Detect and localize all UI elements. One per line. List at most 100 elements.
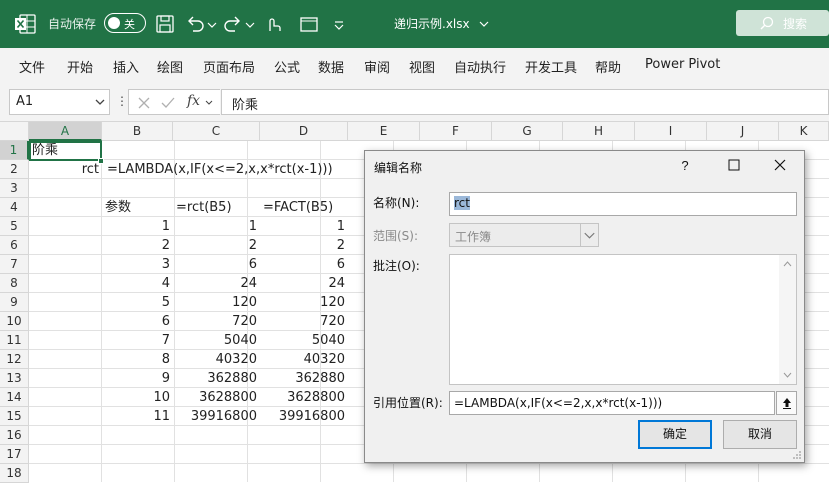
touch-mode-icon[interactable] bbox=[262, 13, 284, 35]
tab-view[interactable]: 视图 bbox=[409, 57, 435, 76]
cell-c4[interactable]: =rct(B5) bbox=[173, 198, 260, 217]
scroll-down-icon[interactable] bbox=[783, 372, 792, 378]
cell-d13[interactable]: 362880 bbox=[260, 369, 348, 388]
cell-d7[interactable]: 6 bbox=[260, 255, 348, 274]
cell-b7[interactable]: 3 bbox=[102, 255, 173, 274]
cell-c9[interactable]: 120 bbox=[173, 293, 260, 312]
cell-b9[interactable]: 5 bbox=[102, 293, 173, 312]
tab-help[interactable]: 帮助 bbox=[595, 57, 621, 76]
column-header-g[interactable]: G bbox=[492, 122, 563, 141]
maximize-icon[interactable] bbox=[724, 155, 744, 175]
close-icon[interactable] bbox=[770, 155, 790, 175]
column-header-j[interactable]: J bbox=[707, 122, 779, 141]
tab-power-pivot[interactable]: Power Pivot bbox=[645, 57, 720, 72]
cell-b5[interactable]: 1 bbox=[102, 217, 173, 236]
resize-grip-icon[interactable] bbox=[792, 450, 802, 460]
enter-check-icon[interactable] bbox=[161, 96, 175, 110]
column-header-d[interactable]: D bbox=[260, 122, 348, 141]
cell-b8[interactable]: 4 bbox=[102, 274, 173, 293]
tab-automate[interactable]: 自动执行 bbox=[454, 57, 506, 76]
cell-d8[interactable]: 24 bbox=[260, 274, 348, 293]
cell-b15[interactable]: 11 bbox=[102, 407, 173, 426]
cell-c7[interactable]: 6 bbox=[173, 255, 260, 274]
row-header-7[interactable]: 7 bbox=[0, 255, 29, 274]
save-icon[interactable] bbox=[154, 13, 176, 35]
column-header-c[interactable]: C bbox=[173, 122, 260, 141]
select-all-corner[interactable] bbox=[0, 122, 29, 141]
row-header-15[interactable]: 15 bbox=[0, 407, 29, 426]
insert-function-icon[interactable]: fx bbox=[187, 93, 200, 109]
cell-c6[interactable]: 2 bbox=[173, 236, 260, 255]
cell-c13[interactable]: 362880 bbox=[173, 369, 260, 388]
column-header-e[interactable]: E bbox=[348, 122, 420, 141]
row-header-16[interactable]: 16 bbox=[0, 426, 29, 445]
tab-data[interactable]: 数据 bbox=[318, 57, 344, 76]
row-header-4[interactable]: 4 bbox=[0, 198, 29, 217]
file-name[interactable]: 递归示例.xlsx bbox=[394, 15, 470, 32]
undo-dropdown-icon[interactable] bbox=[206, 13, 218, 35]
tab-file[interactable]: 文件 bbox=[19, 57, 45, 76]
comment-scrollbar[interactable] bbox=[779, 255, 796, 384]
tab-home[interactable]: 开始 bbox=[67, 57, 93, 76]
row-header-6[interactable]: 6 bbox=[0, 236, 29, 255]
fill-handle[interactable] bbox=[98, 158, 104, 164]
cell-d4[interactable]: =FACT(B5) bbox=[260, 198, 348, 217]
row-header-14[interactable]: 14 bbox=[0, 388, 29, 407]
row-header-9[interactable]: 9 bbox=[0, 293, 29, 312]
cell-b11[interactable]: 7 bbox=[102, 331, 173, 350]
row-header-11[interactable]: 11 bbox=[0, 331, 29, 350]
cancel-icon[interactable] bbox=[137, 96, 151, 110]
undo-icon[interactable] bbox=[184, 13, 206, 35]
tab-page-layout[interactable]: 页面布局 bbox=[203, 57, 255, 76]
row-header-1[interactable]: 1 bbox=[0, 141, 29, 160]
row-header-17[interactable]: 17 bbox=[0, 445, 29, 464]
cell-b10[interactable]: 6 bbox=[102, 312, 173, 331]
name-input[interactable]: rct bbox=[449, 192, 797, 216]
cell-a2[interactable]: rct bbox=[29, 160, 102, 179]
refers-to-input[interactable]: =LAMBDA(x,IF(x<=2,x,x*rct(x-1))) bbox=[449, 391, 775, 415]
row-header-5[interactable]: 5 bbox=[0, 217, 29, 236]
cell-d6[interactable]: 2 bbox=[260, 236, 348, 255]
row-header-18[interactable]: 18 bbox=[0, 464, 29, 483]
column-header-f[interactable]: F bbox=[420, 122, 492, 141]
tab-formulas[interactable]: 公式 bbox=[274, 57, 300, 76]
tab-developer[interactable]: 开发工具 bbox=[525, 57, 577, 76]
cell-d15[interactable]: 39916800 bbox=[260, 407, 348, 426]
customize-toolbar-icon[interactable] bbox=[332, 13, 346, 35]
cell-d11[interactable]: 5040 bbox=[260, 331, 348, 350]
tab-draw[interactable]: 绘图 bbox=[157, 57, 183, 76]
tab-insert[interactable]: 插入 bbox=[113, 57, 139, 76]
cell-b4[interactable]: 参数 bbox=[102, 198, 173, 217]
cancel-button[interactable]: 取消 bbox=[723, 420, 797, 449]
chevron-down-icon[interactable] bbox=[205, 100, 213, 106]
cell-d10[interactable]: 720 bbox=[260, 312, 348, 331]
cell-c11[interactable]: 5040 bbox=[173, 331, 260, 350]
column-header-i[interactable]: I bbox=[635, 122, 707, 141]
cell-c10[interactable]: 720 bbox=[173, 312, 260, 331]
cell-b2[interactable]: =LAMBDA(x,IF(x<=2,x,x*rct(x-1))) bbox=[104, 160, 364, 179]
help-icon[interactable]: ? bbox=[675, 155, 695, 175]
redo-icon[interactable] bbox=[222, 13, 244, 35]
autosave-toggle[interactable]: 关 bbox=[104, 13, 146, 33]
cell-c8[interactable]: 24 bbox=[173, 274, 260, 293]
cell-b13[interactable]: 9 bbox=[102, 369, 173, 388]
column-header-k[interactable]: K bbox=[779, 122, 829, 141]
chevron-down-icon[interactable] bbox=[95, 98, 105, 106]
cell-d5[interactable]: 1 bbox=[260, 217, 348, 236]
window-icon[interactable] bbox=[298, 13, 320, 35]
column-header-h[interactable]: H bbox=[563, 122, 635, 141]
redo-dropdown-icon[interactable] bbox=[244, 13, 256, 35]
comment-textarea[interactable] bbox=[449, 254, 797, 385]
cell-b14[interactable]: 10 bbox=[102, 388, 173, 407]
search-box[interactable]: 搜索 bbox=[736, 10, 829, 36]
row-header-3[interactable]: 3 bbox=[0, 179, 29, 198]
row-header-12[interactable]: 12 bbox=[0, 350, 29, 369]
more-options-icon[interactable]: ⋮ bbox=[116, 94, 128, 108]
cell-c14[interactable]: 3628800 bbox=[173, 388, 260, 407]
cell-d14[interactable]: 3628800 bbox=[260, 388, 348, 407]
row-header-10[interactable]: 10 bbox=[0, 312, 29, 331]
cell-d12[interactable]: 40320 bbox=[260, 350, 348, 369]
cell-c12[interactable]: 40320 bbox=[173, 350, 260, 369]
ok-button[interactable]: 确定 bbox=[638, 420, 712, 449]
cell-b12[interactable]: 8 bbox=[102, 350, 173, 369]
